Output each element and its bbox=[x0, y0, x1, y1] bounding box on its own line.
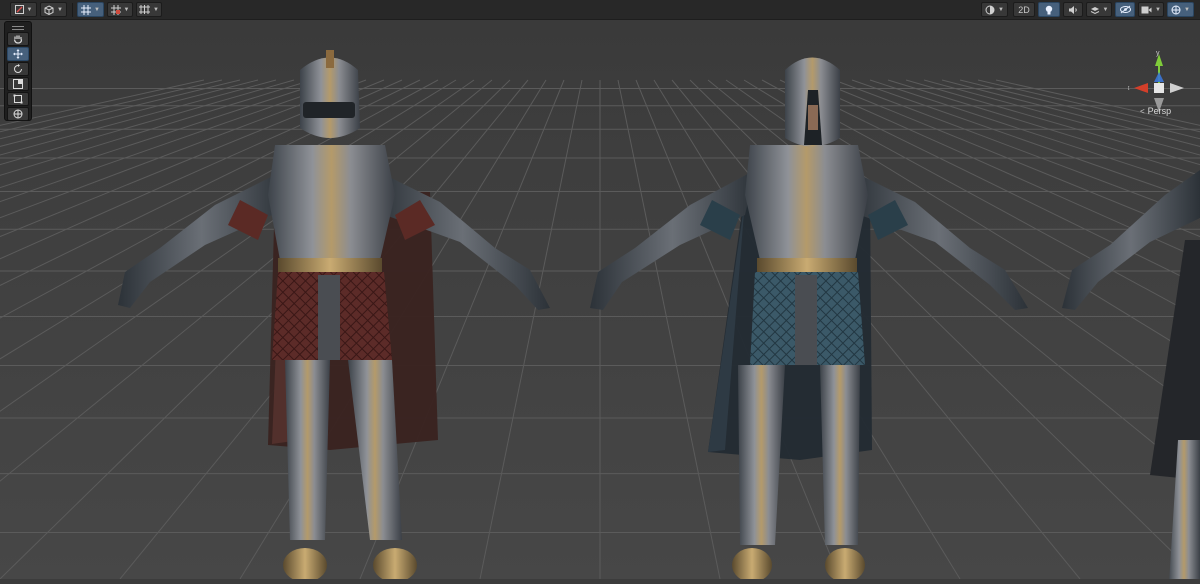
scene-toolbar: ▼ ▼ ▼ ▼ ▼ ▼ 2D ▼ ▼ ▼ bbox=[0, 0, 1200, 20]
rotate-tool-button[interactable] bbox=[7, 62, 29, 76]
hand-tool-icon bbox=[13, 35, 23, 44]
grid-visibility-button[interactable]: ▼ bbox=[136, 2, 162, 17]
gizmo-x-label: x bbox=[1128, 85, 1130, 92]
mode-2d-button[interactable]: 2D bbox=[1013, 2, 1035, 17]
camera-settings-button[interactable]: ▼ bbox=[1138, 2, 1164, 17]
speaker-icon bbox=[1069, 5, 1077, 14]
hidden-eye-icon bbox=[1119, 5, 1131, 14]
shading-button[interactable]: ▼ bbox=[40, 2, 67, 17]
scale-tool-button[interactable] bbox=[7, 77, 29, 91]
hand-tool-button[interactable] bbox=[7, 32, 29, 46]
light-bulb-icon bbox=[1045, 5, 1053, 14]
lighting-toggle[interactable] bbox=[1038, 2, 1060, 17]
overlay-drag-handle[interactable] bbox=[7, 23, 29, 32]
rotate-tool-icon bbox=[14, 64, 22, 73]
move-tool-icon bbox=[13, 49, 23, 59]
camera-icon bbox=[1141, 6, 1152, 13]
shaded-sphere-icon bbox=[985, 5, 995, 14]
render-mode-button[interactable]: ▼ bbox=[981, 2, 1008, 17]
rect-tool-icon bbox=[13, 94, 23, 104]
perspective-lines-icon: < bbox=[1140, 106, 1145, 116]
scene-canvas bbox=[0, 20, 1200, 584]
scene-viewport[interactable]: y x < Persp bbox=[0, 20, 1200, 584]
increment-snap-icon bbox=[110, 4, 121, 15]
tools-overlay[interactable] bbox=[4, 21, 32, 121]
audio-toggle[interactable] bbox=[1063, 2, 1083, 17]
effects-button[interactable]: ▼ bbox=[1086, 2, 1112, 17]
draw-mode-button[interactable]: ▼ bbox=[10, 2, 37, 17]
grid-snap-button[interactable]: ▼ bbox=[77, 2, 104, 17]
scene-toolbar-right: ▼ 2D ▼ ▼ ▼ bbox=[981, 2, 1195, 17]
gizmo-x-axis[interactable] bbox=[1134, 83, 1148, 93]
gizmo-globe-icon bbox=[1171, 5, 1181, 14]
transform-tool-button[interactable] bbox=[7, 107, 29, 121]
transform-tool-icon bbox=[13, 109, 23, 119]
shading-cube-icon bbox=[44, 4, 54, 15]
projection-toggle[interactable]: < Persp bbox=[1140, 106, 1171, 116]
scale-tool-icon bbox=[13, 79, 23, 89]
increment-snap-button[interactable]: ▼ bbox=[107, 2, 133, 17]
gizmo-center-cube[interactable] bbox=[1154, 83, 1164, 93]
grid-visibility-icon bbox=[139, 5, 151, 14]
gizmo-neg-x-axis[interactable] bbox=[1170, 83, 1184, 93]
grid-snap-icon bbox=[81, 4, 92, 15]
mode-2d-label: 2D bbox=[1018, 4, 1030, 15]
draw-mode-icon bbox=[14, 5, 24, 14]
scene-toolbar-left: ▼ ▼ ▼ ▼ ▼ bbox=[10, 2, 163, 17]
gizmos-button[interactable]: ▼ bbox=[1167, 2, 1194, 17]
gizmo-z-axis[interactable] bbox=[1154, 72, 1164, 82]
effects-layers-icon bbox=[1090, 6, 1099, 14]
projection-label: Persp bbox=[1147, 106, 1172, 116]
move-tool-button[interactable] bbox=[7, 47, 29, 61]
rect-tool-button[interactable] bbox=[7, 92, 29, 106]
scene-visibility-toggle[interactable] bbox=[1115, 2, 1135, 17]
